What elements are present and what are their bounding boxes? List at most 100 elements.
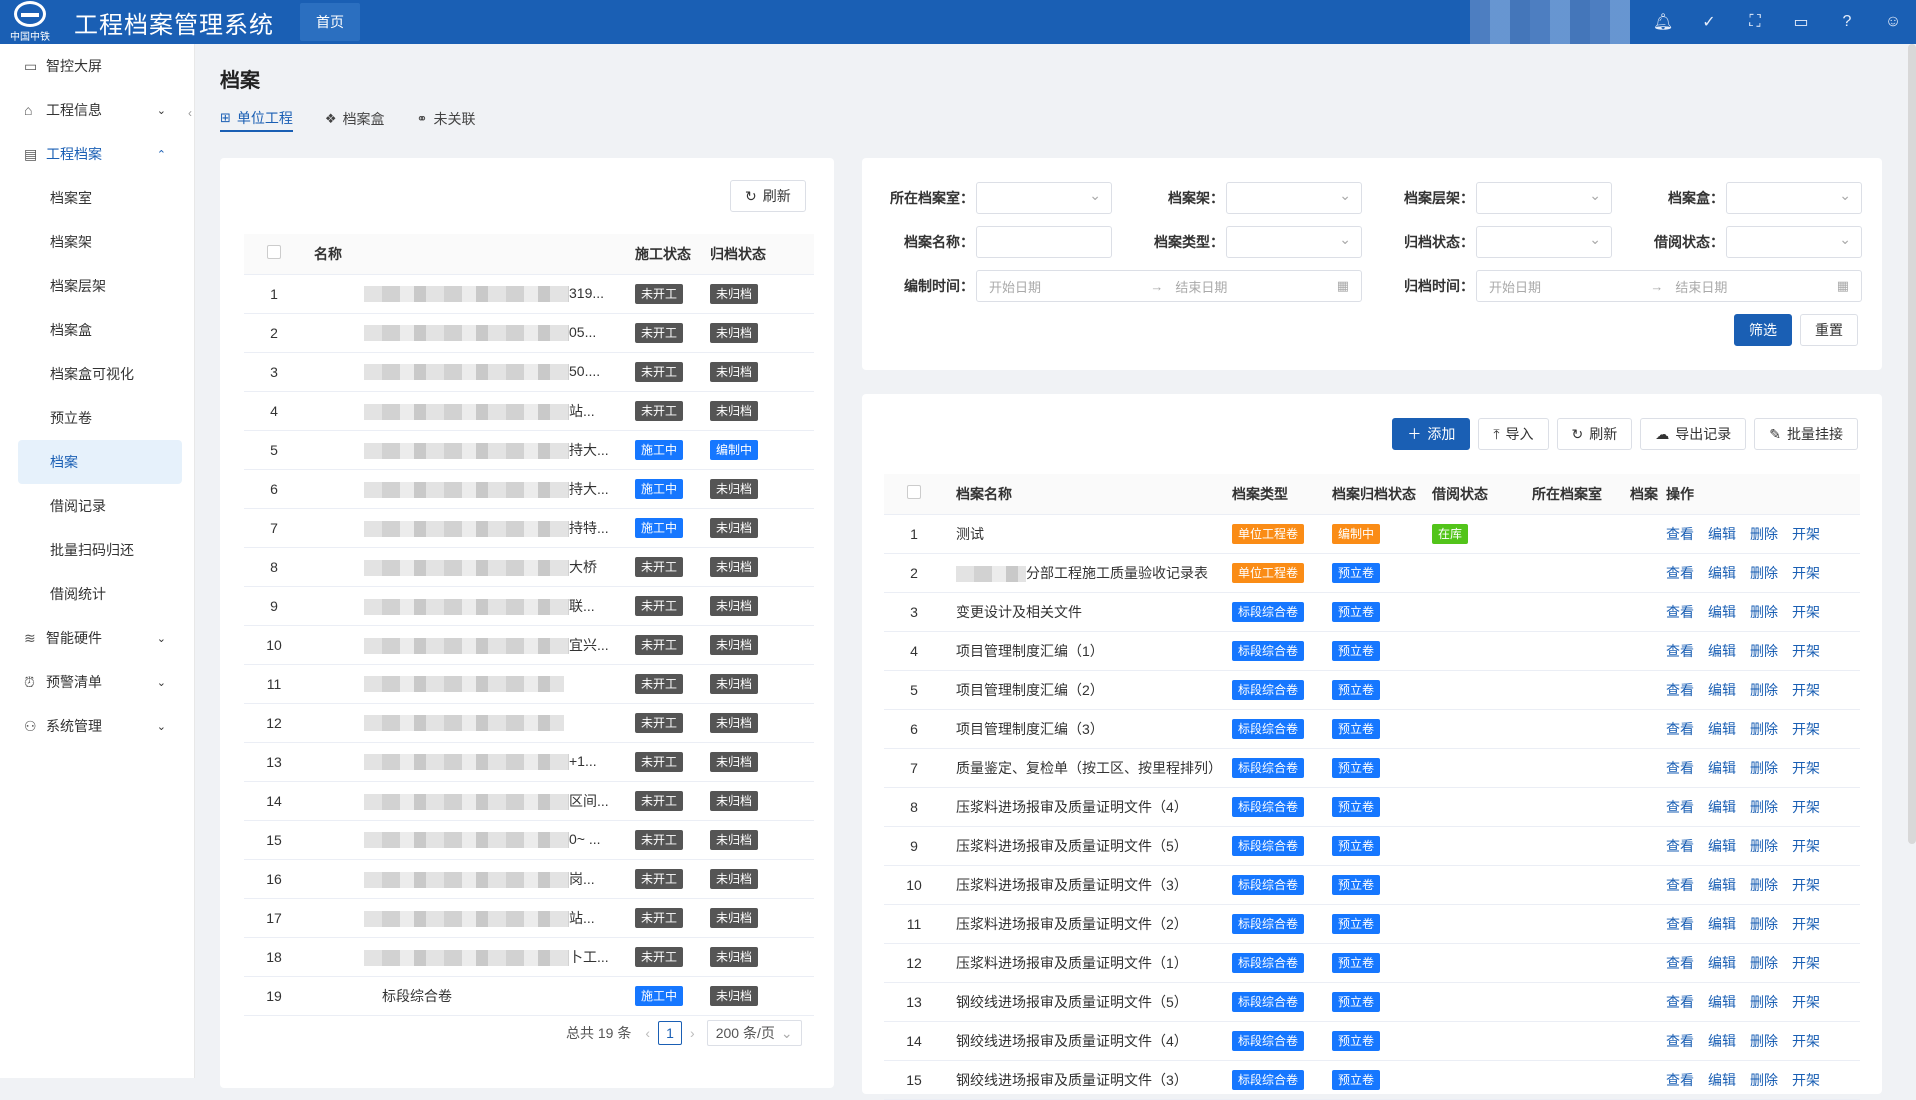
sidebar-item-hardware[interactable]: ≋ 智能硬件 ⌄ — [0, 616, 194, 660]
collapse-icon[interactable]: ‹ — [188, 106, 192, 120]
view-link[interactable]: 查看 — [1666, 760, 1694, 776]
sidebar-item-alerts[interactable]: ⏰︎ 预警清单 ⌄ — [0, 660, 194, 704]
open-shelf-link[interactable]: 开架 — [1792, 877, 1820, 893]
view-link[interactable]: 查看 — [1666, 565, 1694, 581]
view-link[interactable]: 查看 — [1666, 604, 1694, 620]
compile-date-range[interactable]: 开始日期 → 结束日期 ▦ — [976, 270, 1362, 302]
open-shelf-link[interactable]: 开架 — [1792, 1033, 1820, 1049]
sidebar-sub-pre-volume[interactable]: 预立卷 — [0, 396, 194, 440]
shelf-select[interactable] — [1226, 182, 1362, 214]
view-link[interactable]: 查看 — [1666, 526, 1694, 542]
sidebar-item-system[interactable]: ⚇ 系统管理 ⌄ — [0, 704, 194, 748]
view-link[interactable]: 查看 — [1666, 838, 1694, 854]
select-all-header[interactable] — [244, 234, 304, 275]
open-shelf-link[interactable]: 开架 — [1792, 799, 1820, 815]
table-row[interactable]: 5 持大... 施工中 编制中 — [244, 430, 814, 470]
edit-link[interactable]: 编辑 — [1708, 877, 1736, 893]
sidebar-sub-shelf-layer[interactable]: 档案层架 — [0, 264, 194, 308]
sidebar-item-project-archive[interactable]: ▤ 工程档案 ⌃ — [0, 132, 194, 176]
tab-unit-project[interactable]: ⊞ 单位工程 — [220, 106, 293, 132]
select-all-header[interactable] — [884, 474, 944, 515]
table-row[interactable]: 8 压浆料进场报审及质量证明文件（4） 标段综合卷 预立卷 查看 编辑 删除 开架 — [884, 787, 1860, 827]
archive-date-range[interactable]: 开始日期 → 结束日期 ▦ — [1476, 270, 1862, 302]
table-row[interactable]: 18 卜工... 未开工 未归档 — [244, 937, 814, 977]
borrow-status-select[interactable] — [1726, 226, 1862, 258]
sidebar-item-project-info[interactable]: ⌂ 工程信息 ⌄ — [0, 88, 194, 132]
help-icon[interactable]: ? — [1824, 13, 1870, 31]
filter-button[interactable]: 筛选 — [1734, 314, 1792, 346]
page-1-button[interactable]: 1 — [658, 1021, 683, 1045]
table-row[interactable]: 6 项目管理制度汇编（3） 标段综合卷 预立卷 查看 编辑 删除 开架 — [884, 709, 1860, 749]
left-refresh-button[interactable]: ↻ 刷新 — [730, 180, 806, 212]
delete-link[interactable]: 删除 — [1750, 994, 1778, 1010]
edit-link[interactable]: 编辑 — [1708, 526, 1736, 542]
view-link[interactable]: 查看 — [1666, 721, 1694, 737]
tab-unlinked[interactable]: ⚭ 未关联 — [417, 106, 476, 132]
scan-icon[interactable]: ⛶ — [1732, 13, 1778, 31]
table-row[interactable]: 5 项目管理制度汇编（2） 标段综合卷 预立卷 查看 编辑 删除 开架 — [884, 670, 1860, 710]
open-shelf-link[interactable]: 开架 — [1792, 526, 1820, 542]
tab-archive-box[interactable]: ❖ 档案盒 — [325, 106, 385, 132]
batch-attach-button[interactable]: ✎ 批量挂接 — [1754, 418, 1858, 450]
sidebar-sub-archive-box[interactable]: 档案盒 — [0, 308, 194, 352]
table-row[interactable]: 9 联... 未开工 未归档 — [244, 586, 814, 626]
delete-link[interactable]: 删除 — [1750, 1072, 1778, 1088]
refresh-button[interactable]: ↻ 刷新 — [1556, 418, 1633, 450]
table-row[interactable]: 11 未开工 未归档 — [244, 664, 814, 704]
nav-home-button[interactable]: 首页 — [300, 3, 360, 41]
table-row[interactable]: 12 未开工 未归档 — [244, 703, 814, 743]
delete-link[interactable]: 删除 — [1750, 760, 1778, 776]
edit-link[interactable]: 编辑 — [1708, 1033, 1736, 1049]
sidebar-sub-batch-return[interactable]: 批量扫码归还 — [0, 528, 194, 572]
delete-link[interactable]: 删除 — [1750, 799, 1778, 815]
edit-link[interactable]: 编辑 — [1708, 916, 1736, 932]
view-link[interactable]: 查看 — [1666, 1033, 1694, 1049]
name-input[interactable] — [976, 226, 1112, 258]
sidebar-sub-archive[interactable]: 档案 — [18, 440, 182, 484]
open-shelf-link[interactable]: 开架 — [1792, 838, 1820, 854]
sidebar-sub-borrow-record[interactable]: 借阅记录 — [0, 484, 194, 528]
page-scrollbar[interactable] — [1908, 44, 1916, 844]
reset-button[interactable]: 重置 — [1800, 314, 1858, 346]
sidebar-sub-archive-room[interactable]: 档案室 — [0, 176, 194, 220]
table-row[interactable]: 7 质量鉴定、复检单（按工区、按里程排列） 标段综合卷 预立卷 查看 编辑 删除 开架 — [884, 748, 1860, 788]
delete-link[interactable]: 删除 — [1750, 682, 1778, 698]
select-all-checkbox[interactable] — [267, 245, 281, 260]
add-button[interactable]: ＋ 添加 — [1392, 418, 1471, 450]
open-shelf-link[interactable]: 开架 — [1792, 760, 1820, 776]
box-select[interactable] — [1726, 182, 1862, 214]
table-row[interactable]: 9 压浆料进场报审及质量证明文件（5） 标段综合卷 预立卷 查看 编辑 删除 开架 — [884, 826, 1860, 866]
table-row[interactable]: 7 持特... 施工中 未归档 — [244, 508, 814, 548]
edit-link[interactable]: 编辑 — [1708, 838, 1736, 854]
layer-select[interactable] — [1476, 182, 1612, 214]
open-shelf-link[interactable]: 开架 — [1792, 955, 1820, 971]
table-row[interactable]: 15 钢绞线进场报审及质量证明文件（3） 标段综合卷 预立卷 查看 编辑 删除 开架 — [884, 1060, 1860, 1100]
delete-link[interactable]: 删除 — [1750, 643, 1778, 659]
edit-link[interactable]: 编辑 — [1708, 994, 1736, 1010]
open-shelf-link[interactable]: 开架 — [1792, 604, 1820, 620]
table-row[interactable]: 6 持大... 施工中 未归档 — [244, 469, 814, 509]
delete-link[interactable]: 删除 — [1750, 1033, 1778, 1049]
delete-link[interactable]: 删除 — [1750, 604, 1778, 620]
table-row[interactable]: 4 项目管理制度汇编（1） 标段综合卷 预立卷 查看 编辑 删除 开架 — [884, 631, 1860, 671]
delete-link[interactable]: 删除 — [1750, 721, 1778, 737]
table-row[interactable]: 11 压浆料进场报审及质量证明文件（2） 标段综合卷 预立卷 查看 编辑 删除 开架 — [884, 904, 1860, 944]
table-row[interactable]: 1 319... 未开工 未归档 — [244, 274, 814, 314]
open-shelf-link[interactable]: 开架 — [1792, 682, 1820, 698]
delete-link[interactable]: 删除 — [1750, 955, 1778, 971]
table-row[interactable]: 2 05... 未开工 未归档 — [244, 313, 814, 353]
table-row[interactable]: 19 标段综合卷 施工中 未归档 — [244, 976, 814, 1016]
table-row[interactable]: 4 站... 未开工 未归档 — [244, 391, 814, 431]
sidebar-item-dashboard[interactable]: ▭ 智控大屏 — [0, 44, 194, 88]
view-link[interactable]: 查看 — [1666, 916, 1694, 932]
edit-link[interactable]: 编辑 — [1708, 955, 1736, 971]
edit-link[interactable]: 编辑 — [1708, 760, 1736, 776]
view-link[interactable]: 查看 — [1666, 955, 1694, 971]
table-row[interactable]: 17 站... 未开工 未归档 — [244, 898, 814, 938]
edit-link[interactable]: 编辑 — [1708, 682, 1736, 698]
screen-icon[interactable]: ▭ — [1778, 12, 1824, 32]
room-select[interactable] — [976, 182, 1112, 214]
view-link[interactable]: 查看 — [1666, 994, 1694, 1010]
type-select[interactable] — [1226, 226, 1362, 258]
table-row[interactable]: 14 钢绞线进场报审及质量证明文件（4） 标段综合卷 预立卷 查看 编辑 删除 开架 — [884, 1021, 1860, 1061]
